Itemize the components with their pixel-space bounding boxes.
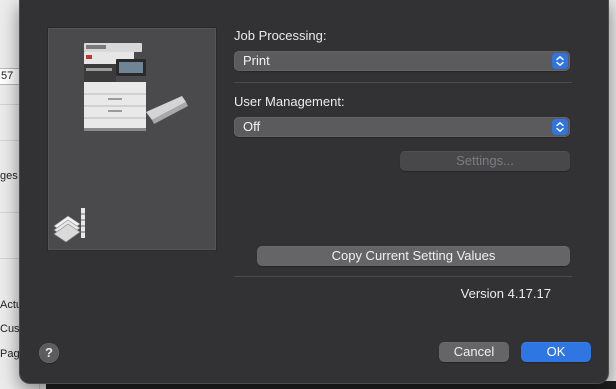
job-processing-popup[interactable]: Print xyxy=(234,51,570,71)
user-management-value: Off xyxy=(243,119,261,134)
job-processing-value: Print xyxy=(243,53,270,68)
background-text: Actu xyxy=(0,299,20,311)
user-management-popup[interactable]: Off xyxy=(234,117,570,137)
printer-options-sheet: Job Processing: Print User Management: O… xyxy=(19,0,609,384)
cancel-button[interactable]: Cancel xyxy=(439,342,509,362)
help-icon[interactable]: ? xyxy=(39,343,59,363)
settings-button[interactable]: Settings... xyxy=(400,151,570,171)
document-stack-icon xyxy=(53,208,85,243)
version-text: Version 4.17.17 xyxy=(460,286,551,301)
ok-button[interactable]: OK xyxy=(521,342,591,362)
chevron-up-down-icon xyxy=(552,53,568,69)
copy-current-setting-values-button[interactable]: Copy Current Setting Values xyxy=(257,246,570,266)
user-management-label: User Management: xyxy=(234,94,345,109)
background-text: Page xyxy=(0,348,20,360)
printer-icon xyxy=(84,43,188,131)
section-separator xyxy=(234,276,572,277)
job-processing-label: Job Processing: xyxy=(234,28,327,43)
background-text: ges xyxy=(0,170,18,182)
chevron-up-down-icon xyxy=(552,119,568,135)
printer-preview-panel xyxy=(47,27,217,251)
section-separator xyxy=(234,82,572,83)
background-text: Cust xyxy=(0,323,20,335)
